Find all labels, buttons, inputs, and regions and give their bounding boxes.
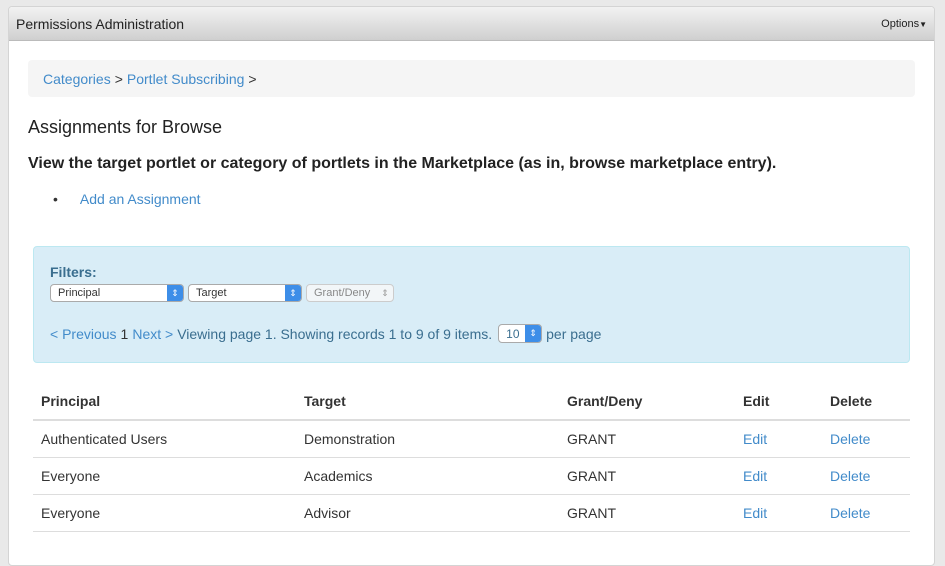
grant-deny-cell: GRANT	[567, 504, 616, 521]
per-page-value: 10	[506, 326, 520, 341]
table-row: Authenticated Users Demonstration GRANT Edi…	[33, 420, 910, 458]
select-arrows-icon: ⇕	[381, 287, 389, 298]
delete-cell: Delete	[822, 420, 910, 458]
grant-deny-filter-select[interactable]: Grant/Deny ⇕	[306, 284, 394, 302]
table-header-row: Principal Target Grant/Deny Edit Delete	[33, 383, 910, 421]
delete-cell: Delete	[822, 457, 910, 495]
caret-down-icon: ▼	[919, 19, 927, 29]
bullet-icon: •	[53, 191, 58, 207]
pager-summary: Viewing page 1. Showing records 1 to 9 o…	[177, 325, 493, 342]
table-row: Everyone Advisor GRANT Edit Delete	[33, 494, 910, 532]
col-target: Target	[296, 383, 559, 421]
principal-cell: Everyone	[41, 504, 101, 521]
select-arrows-icon: ⇕	[167, 285, 183, 301]
target-cell: Demonstration	[304, 430, 396, 447]
target-cell: Advisor	[304, 504, 351, 521]
grant-deny-filter-value: Grant/Deny	[314, 287, 371, 299]
principal-cell: Authenticated Users	[41, 430, 168, 447]
edit-link[interactable]: Edit	[743, 505, 767, 521]
principal-cell: Everyone	[41, 467, 101, 484]
grant-deny-cell: GRANT	[559, 457, 735, 495]
breadcrumb-separator: >	[248, 70, 257, 87]
per-page-label: per page	[546, 325, 602, 342]
grant-deny-cell: GRANT	[567, 430, 616, 447]
grant-deny-cell: GRANT	[559, 420, 735, 458]
per-page-select[interactable]: 10 ⇕	[498, 324, 543, 343]
breadcrumb-portlet-subscribing[interactable]: Portlet Subscribing	[127, 71, 245, 87]
pagination: < Previous 1 Next > Viewing page 1. Show…	[50, 324, 893, 343]
next-page-link[interactable]: Next >	[132, 326, 173, 342]
target-filter-value: Target	[196, 287, 227, 299]
options-label: Options	[881, 17, 920, 30]
edit-cell: Edit	[735, 494, 822, 532]
options-menu[interactable]: Options▼	[881, 18, 927, 30]
portlet-title: Permissions Administration	[16, 15, 185, 32]
principal-filter-value: Principal	[58, 287, 101, 299]
actions-list: • Add an Assignment	[53, 191, 201, 207]
delete-link[interactable]: Delete	[830, 468, 870, 484]
col-delete: Delete	[822, 383, 910, 421]
edit-cell: Edit	[735, 457, 822, 495]
table-row: Everyone Academics GRANT Edit Delete	[33, 457, 910, 495]
filters-label: Filters:	[50, 264, 97, 280]
select-arrows-icon: ⇕	[525, 325, 542, 342]
filters-panel: Filters: Principal ⇕ Target ⇕ Grant/Deny ⇕ …	[33, 246, 910, 363]
edit-link[interactable]: Edit	[743, 468, 767, 484]
target-cell: Demonstration	[296, 420, 559, 458]
page-title: Assignments for Browse	[28, 117, 223, 137]
assignments-table: Principal Target Grant/Deny Edit Delete …	[33, 383, 910, 532]
previous-page-link[interactable]: < Previous	[50, 326, 117, 342]
principal-filter-select[interactable]: Principal ⇕	[50, 284, 184, 302]
breadcrumb-categories[interactable]: Categories	[43, 71, 111, 87]
permissions-portlet: Permissions Administration Options▼ Cate…	[8, 6, 935, 566]
delete-link[interactable]: Delete	[830, 505, 870, 521]
current-page: 1	[120, 325, 129, 342]
breadcrumb: Categories > Portlet Subscribing >	[28, 60, 915, 97]
target-filter-select[interactable]: Target ⇕	[188, 284, 302, 302]
breadcrumb-separator: >	[114, 70, 123, 87]
target-cell: Academics	[304, 467, 373, 484]
grant-deny-cell: GRANT	[559, 494, 735, 532]
principal-cell: Everyone	[33, 494, 296, 532]
principal-cell: Authenticated Users	[33, 420, 296, 458]
principal-cell: Everyone	[33, 457, 296, 495]
edit-link[interactable]: Edit	[743, 431, 767, 447]
edit-cell: Edit	[735, 420, 822, 458]
target-cell: Academics	[296, 457, 559, 495]
col-edit: Edit	[735, 383, 822, 421]
portlet-header: Permissions Administration Options▼	[9, 7, 934, 41]
page-description: View the target portlet or category of p…	[28, 155, 777, 172]
delete-cell: Delete	[822, 494, 910, 532]
add-assignment-link[interactable]: Add an Assignment	[80, 191, 201, 207]
grant-deny-cell: GRANT	[567, 467, 616, 484]
col-grant-deny: Grant/Deny	[559, 383, 735, 421]
select-arrows-icon: ⇕	[285, 285, 301, 301]
delete-link[interactable]: Delete	[830, 431, 870, 447]
target-cell: Advisor	[296, 494, 559, 532]
col-principal: Principal	[33, 383, 296, 421]
